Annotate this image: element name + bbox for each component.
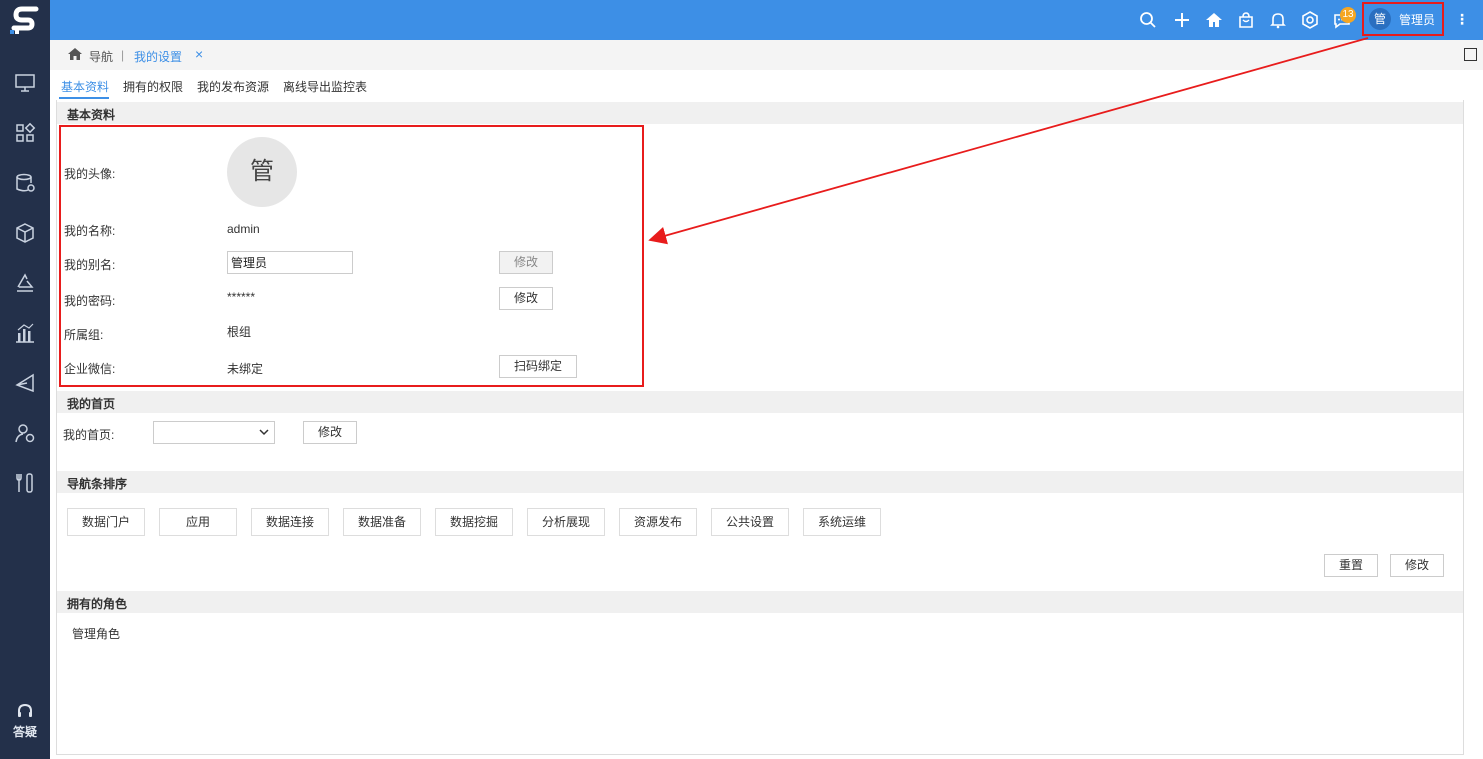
bell-icon[interactable] bbox=[1268, 10, 1288, 30]
nav-item-data-mining[interactable]: 数据挖掘 bbox=[435, 508, 513, 536]
help-label: 答疑 bbox=[12, 725, 37, 739]
nav-item-system-ops[interactable]: 系统运维 bbox=[803, 508, 881, 536]
app-logo[interactable] bbox=[0, 0, 50, 40]
user-menu[interactable]: 管 管理员 bbox=[1362, 2, 1444, 36]
tab-offline-export[interactable]: 离线导出监控表 bbox=[283, 78, 367, 95]
tab-basic-info[interactable]: 基本资料 bbox=[61, 78, 109, 95]
breadcrumb-separator: | bbox=[121, 48, 125, 62]
more-menu-icon[interactable]: ⋮ bbox=[1455, 11, 1469, 28]
notification-badge: 13 bbox=[1340, 7, 1356, 23]
plus-icon[interactable] bbox=[1172, 10, 1192, 30]
maximize-icon[interactable] bbox=[1464, 48, 1477, 61]
homepage-modify-button[interactable]: 修改 bbox=[303, 421, 357, 444]
settings-hub-icon[interactable] bbox=[1300, 10, 1320, 30]
headset-icon bbox=[18, 703, 32, 717]
nav-item-resource-publish[interactable]: 资源发布 bbox=[619, 508, 697, 536]
tab-published-resources[interactable]: 我的发布资源 bbox=[197, 78, 269, 95]
nav-item-data-prep[interactable]: 数据准备 bbox=[343, 508, 421, 536]
search-icon[interactable] bbox=[1138, 10, 1158, 30]
apps-icon[interactable] bbox=[13, 121, 37, 145]
user-avatar: 管 bbox=[1369, 8, 1391, 30]
bar-chart-icon[interactable] bbox=[13, 321, 37, 345]
monitor-icon[interactable] bbox=[13, 71, 37, 95]
nav-item-analysis[interactable]: 分析展现 bbox=[527, 508, 605, 536]
nav-item-data-connection[interactable]: 数据连接 bbox=[251, 508, 329, 536]
help-nav[interactable]: 答疑 bbox=[0, 702, 50, 740]
highlight-box bbox=[59, 125, 644, 387]
role-item: 管理角色 bbox=[72, 627, 121, 641]
sidebar: 答疑 bbox=[0, 0, 50, 759]
home-icon[interactable] bbox=[1204, 10, 1224, 30]
homepage-label: 我的首页: bbox=[63, 428, 115, 442]
active-tab-indicator bbox=[59, 97, 109, 99]
section-homepage: 我的首页 bbox=[57, 391, 1463, 413]
user-name: 管理员 bbox=[1399, 12, 1436, 27]
nav-modify-button[interactable]: 修改 bbox=[1390, 554, 1444, 577]
section-nav-order: 导航条排序 bbox=[57, 471, 1463, 493]
tab-permissions[interactable]: 拥有的权限 bbox=[123, 78, 183, 95]
section-basic-info: 基本资料 bbox=[57, 102, 1463, 124]
database-settings-icon[interactable] bbox=[13, 171, 37, 195]
user-settings-icon[interactable] bbox=[13, 421, 37, 445]
cube-icon[interactable] bbox=[13, 221, 37, 245]
tab-bar: 基本资料 拥有的权限 我的发布资源 离线导出监控表 bbox=[50, 76, 1483, 99]
nav-item-apps[interactable]: 应用 bbox=[159, 508, 237, 536]
bag-icon[interactable] bbox=[1236, 10, 1256, 30]
breadcrumb-home[interactable]: 导航 bbox=[89, 48, 113, 65]
tools-icon[interactable] bbox=[13, 471, 37, 495]
chevron-down-icon bbox=[259, 429, 269, 436]
breadcrumb-current[interactable]: 我的设置 bbox=[134, 48, 182, 65]
data-mining-icon[interactable] bbox=[13, 271, 37, 295]
nav-item-public-settings[interactable]: 公共设置 bbox=[711, 508, 789, 536]
home-breadcrumb-icon[interactable] bbox=[67, 47, 83, 64]
nav-item-data-portal[interactable]: 数据门户 bbox=[67, 508, 145, 536]
send-icon[interactable] bbox=[13, 371, 37, 395]
nav-reset-button[interactable]: 重置 bbox=[1324, 554, 1378, 577]
close-tab-icon[interactable]: × bbox=[195, 46, 203, 62]
breadcrumb: 导航 | 我的设置 × bbox=[50, 40, 1483, 70]
homepage-select[interactable] bbox=[153, 421, 275, 444]
section-roles: 拥有的角色 bbox=[57, 591, 1463, 613]
